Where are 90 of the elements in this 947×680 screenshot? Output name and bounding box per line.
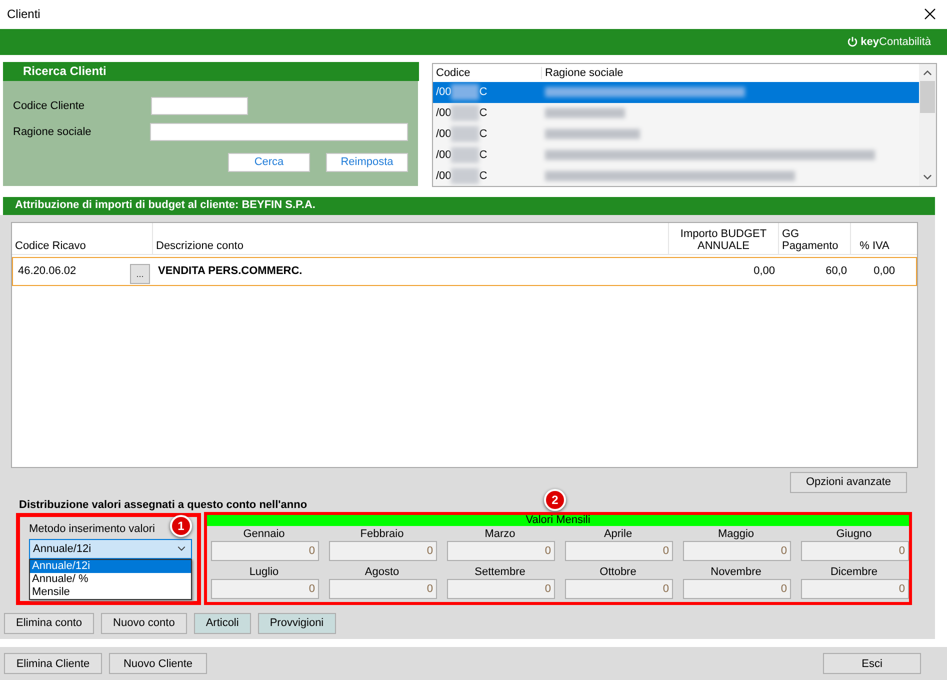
window-title: Clienti (7, 7, 40, 22)
panel-header: Ricerca Clienti (3, 62, 419, 81)
month-label: Febbraio (360, 526, 404, 541)
input-field[interactable]: 0 (329, 578, 437, 599)
section-title: Distribuzione valori assegnati a questo conto nell'anno (19, 498, 308, 512)
redacted-text (451, 84, 480, 100)
column-header: % IVA (850, 222, 898, 254)
table-cell-text: 60,0 (824, 265, 848, 278)
close-icon[interactable] (924, 8, 936, 20)
code-text: /00 (436, 86, 452, 98)
redacted-text (451, 147, 480, 164)
input-field[interactable]: 0 (801, 540, 909, 561)
number-badge: 2 (544, 488, 566, 511)
scroll-thumb[interactable] (920, 80, 935, 113)
month-label: Gennaio (243, 526, 285, 541)
month-label: Settembre (474, 564, 526, 579)
input-field[interactable]: 0 (801, 578, 909, 599)
input-field[interactable]: 0 (447, 540, 555, 561)
field-label: Codice Cliente (13, 100, 86, 112)
input-field[interactable]: 0 (565, 578, 673, 599)
method-dropdown[interactable]: Annuale/12i (29, 538, 192, 559)
code-text: /00 (436, 170, 452, 182)
input-field[interactable]: 0 (683, 578, 791, 599)
table-cell-text: VENDITA PERS.COMMERC. (157, 265, 304, 278)
table-cell-text: 46.20.06.02 (17, 265, 78, 278)
code-text: C (479, 170, 488, 182)
table-cell-text: 0,00 (872, 265, 896, 278)
list-row[interactable]: /00 C (433, 82, 919, 103)
input-field[interactable] (151, 96, 248, 115)
search-button[interactable]: Reimposta (326, 152, 408, 172)
list-row[interactable]: /00 C (433, 166, 919, 186)
list-row[interactable]: /00 C (433, 144, 919, 166)
table-row[interactable]: 46.20.06.02 ... VENDITA PERS.COMMERC. 0,00 60,0 0,00 (12, 256, 917, 286)
month-label: Dicembre (830, 564, 878, 579)
column-header: Descrizione conto (152, 222, 668, 254)
action-button[interactable]: Articoli (194, 612, 251, 634)
redacted-text (451, 105, 480, 122)
search-button[interactable]: Cerca (228, 152, 310, 172)
month-label: Giugno (836, 526, 872, 541)
number-badge: 1 (170, 514, 192, 537)
month-label: Aprile (604, 526, 632, 541)
input-field[interactable] (150, 122, 408, 141)
section-header: Attribuzione di importi di budget al cliente: BEYFIN S.P.A. (3, 196, 935, 215)
input-field[interactable]: 0 (211, 578, 319, 599)
panel-header: Valori Mensili (207, 514, 909, 526)
redacted-text (451, 168, 480, 184)
list-row[interactable]: /00 C (433, 102, 919, 124)
month-label: Marzo (484, 526, 516, 541)
input-field[interactable]: 0 (329, 540, 437, 561)
action-button[interactable]: Elimina conto (4, 612, 94, 634)
code-text: /00 (436, 149, 452, 162)
code-text: /00 (436, 128, 452, 140)
input-field[interactable]: 0 (683, 540, 791, 561)
code-text: C (479, 128, 488, 140)
month-label: Luglio (249, 564, 279, 579)
list-row[interactable]: /00 C (433, 124, 919, 145)
power-icon (846, 36, 858, 48)
code-text: /00 (436, 107, 452, 120)
field-label: Ragione sociale (13, 126, 92, 138)
column-header: Ragione sociale (541, 66, 624, 79)
dropdown-option[interactable]: Annuale/ % (30, 572, 191, 586)
chevron-down-icon (177, 546, 186, 552)
brand-logo: keyContabilità (860, 36, 931, 48)
dropdown-option[interactable]: Annuale/12i (30, 560, 191, 573)
field-label: Metodo inserimento valori (29, 522, 155, 535)
month-label: Agosto (364, 564, 400, 579)
action-button[interactable]: Nuovo conto (101, 612, 187, 634)
table-cell-text: 0,00 (752, 265, 776, 278)
action-button[interactable]: Nuovo Cliente (109, 653, 207, 674)
input-field[interactable]: 0 (565, 540, 673, 561)
code-text: C (479, 107, 488, 120)
action-button[interactable]: Provvigioni (258, 612, 336, 634)
month-label: Novembre (710, 564, 762, 579)
input-field[interactable]: 0 (211, 540, 319, 561)
dropdown-option[interactable]: Mensile (30, 586, 191, 599)
column-header: Codice (435, 66, 472, 79)
code-text: C (479, 86, 488, 98)
lookup-button[interactable]: ... (130, 264, 150, 284)
action-button[interactable]: Elimina Cliente (4, 653, 102, 674)
redacted-text (451, 126, 480, 142)
column-header: GG Pagamento (778, 222, 850, 254)
month-label: Maggio (718, 526, 754, 541)
input-field[interactable]: 0 (447, 578, 555, 599)
column-header: Codice Ricavo (14, 238, 87, 254)
scrollbar[interactable] (919, 64, 936, 186)
advanced-options-button[interactable]: Opzioni avanzate (790, 472, 907, 493)
column-header: Importo BUDGET ANNUALE (668, 222, 778, 254)
month-label: Ottobre (600, 564, 636, 579)
code-text: C (479, 149, 488, 162)
exit-button[interactable]: Esci (823, 653, 921, 674)
